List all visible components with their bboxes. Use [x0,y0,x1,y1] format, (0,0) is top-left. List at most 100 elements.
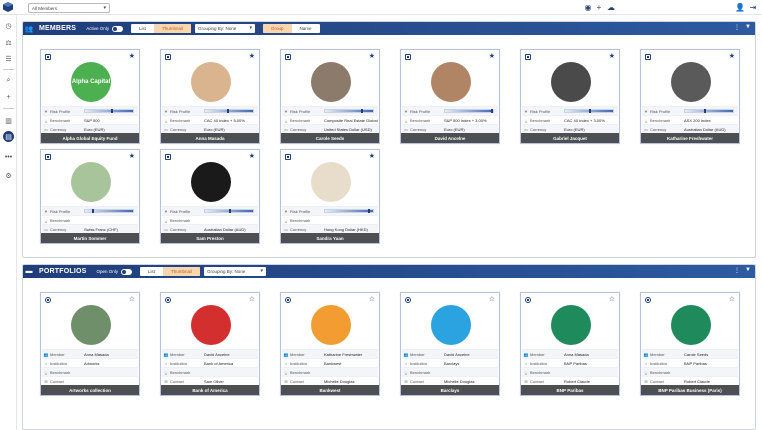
member-card[interactable]: ★ ▼ Risk Profile ⤓ Benchmark ▭ Currency Hong Ko… [280,149,380,244]
members-menu: ⋮ ▼ [734,24,751,31]
star-icon[interactable]: ★ [249,152,255,160]
logout-icon[interactable]: ⇥ [748,2,758,12]
member-card[interactable]: ★ ▼ Risk Profile ⤓ Benchmark ▭ Currency Swiss F… [40,149,140,244]
star-icon[interactable]: ★ [129,152,135,160]
star-icon[interactable]: ☆ [249,295,255,303]
list-icon[interactable]: ☰ [3,53,14,64]
portfolio-logo [551,305,591,345]
collapse-icon[interactable]: ▼ [745,24,751,31]
members-grouping-select[interactable]: Grouping By: None ▾ [194,24,255,33]
sort-group-option[interactable]: Group [262,24,292,33]
member-card[interactable]: ★ Alpha Capital ▼ Risk Profile ⤓ Benchmark S&P… [40,49,140,144]
member-card[interactable]: ★ ▼ Risk Profile ⤓ Benchmark S&P 500 Index + … [400,49,500,144]
avatar [431,62,471,102]
cloud-icon[interactable]: ☁ [606,2,616,12]
member-row: 👥 Member David Ancelne [402,349,498,358]
risk-profile-label: Risk Profile [530,108,551,114]
star-icon[interactable]: ★ [489,52,495,60]
star-icon[interactable]: ★ [729,52,735,60]
user-settings-icon[interactable]: ⚙ [3,170,14,181]
contact-value: Sam Oliver [204,378,224,384]
star-icon[interactable]: ☆ [129,295,135,303]
portfolio-card[interactable]: ☆ 👥 Member Anna Masada ⌂ Institution BNP Parib… [520,292,620,396]
active-only-toggle[interactable] [111,25,123,32]
portfolio-card[interactable]: ☆ 👥 Member David Ancelne ⌂ Institution Bank of… [160,292,260,396]
benchmark-icon: ⤓ [645,369,647,375]
view-list-option[interactable]: List [140,267,163,276]
currency-label: Currency [50,126,67,132]
risk-profile-marker [589,109,591,113]
open-only-toggle[interactable] [121,268,133,275]
star-icon[interactable]: ☆ [489,295,495,303]
gavel-icon[interactable]: ⚖ [3,37,14,48]
star-icon[interactable]: ☆ [369,295,375,303]
chart-icon[interactable]: ▥ [3,115,14,126]
view-list-option[interactable]: List [131,24,154,33]
filter-icon: ▼ [164,208,168,214]
user-icon[interactable]: 👤 [735,2,745,12]
currency-icon: ▭ [644,126,648,132]
star-icon[interactable]: ★ [369,152,375,160]
risk-profile-label: Risk Profile [650,108,671,114]
risk-profile-marker [92,209,95,213]
top-bar: All Members ▾ ◉ + ☁ 👤 ⇥ [0,0,762,15]
risk-profile-row: ▼ Risk Profile [42,206,138,215]
search-icon[interactable]: ⌕ [3,75,14,86]
more-vertical-icon[interactable]: ⋮ [734,24,740,31]
star-icon[interactable]: ★ [369,52,375,60]
star-icon[interactable]: ★ [249,52,255,60]
member-details: ▼ Risk Profile ⤓ Benchmark Composite Real Es… [282,106,378,133]
portfolio-logo [671,305,711,345]
portfolios-grouping-select[interactable]: Grouping By: None ▾ [204,267,267,276]
member-card[interactable]: ★ ▼ Risk Profile ⤓ Benchmark ASX 200 Index ▭ Cu… [640,49,740,144]
benchmark-label: Benchmark [50,369,71,375]
benchmark-icon: ⤓ [525,117,527,123]
active-only-label: Active Only [86,26,109,31]
star-icon[interactable]: ☆ [729,295,735,303]
view-thumbnail-option[interactable]: Thumbnail [153,24,191,33]
member-select[interactable]: All Members ▾ [28,3,110,13]
portfolio-card[interactable]: ☆ 👥 Member Anna Masada ⌂ Institution Artworks ⤓… [40,292,140,396]
member-card[interactable]: ★ ▼ Risk Profile ⤓ Benchmark CAC 40 Index + 3… [520,49,620,144]
currency-value: Hong Kong Dollar (HKD) [324,226,368,232]
risk-profile-bar [84,109,134,113]
currency-value: United States Dollar (USD) [324,126,372,132]
contact-row: ✉ Contact Robert Claude [522,376,618,385]
member-card[interactable]: ★ ▼ Risk Profile ⤓ Benchmark CAC 40 Index + 5… [160,49,260,144]
institution-label: Institution [650,360,668,366]
dashboard-icon[interactable]: ◷ [3,20,14,31]
add-icon[interactable]: + [594,2,604,12]
benchmark-label: Benchmark [530,117,551,123]
benchmark-row: ⤓ Benchmark [42,367,138,376]
benchmark-icon: ⤓ [45,217,47,223]
member-details: ▼ Risk Profile ⤓ Benchmark CAC 40 Index + 3.… [522,106,618,133]
more-vertical-icon[interactable]: ⋮ [734,267,740,274]
more-icon[interactable]: ••• [3,152,14,163]
risk-profile-row: ▼ Risk Profile [282,106,378,115]
member-value: Katharine Freshwater [324,351,363,357]
clipboard-icon[interactable]: ▤ [3,131,14,142]
portfolio-card[interactable]: ☆ 👥 Member Carole Seeds ⌂ Institution BNP Pari… [640,292,740,396]
avatar [551,62,591,102]
sort-name-option[interactable]: Name [292,24,320,33]
star-icon[interactable]: ★ [609,52,615,60]
portfolio-card[interactable]: ☆ 👥 Member Katharine Freshwater ⌂ Institution… [280,292,380,396]
star-icon[interactable]: ☆ [609,295,615,303]
portfolios-section: ▬ PORTFOLIOS Open Only List Thumbnail Gr… [22,264,756,430]
star-icon[interactable]: ★ [129,52,135,60]
sidebar-divider [3,69,14,70]
institution-icon: ⌂ [644,360,648,366]
currency-icon: ▭ [524,126,528,132]
avatar [191,162,231,202]
member-details: ▼ Risk Profile ⤓ Benchmark S&P 500 ▭ Currency E… [42,106,138,133]
member-card[interactable]: ★ ▼ Risk Profile ⤓ Benchmark ▭ Currency Austral… [160,149,260,244]
currency-row: ▭ Currency Euro (EUR) [162,124,258,133]
eye-icon[interactable]: ◉ [583,2,593,12]
view-thumbnail-option[interactable]: Thumbnail [163,267,201,276]
portfolio-card[interactable]: ☆ 👥 Member David Ancelne ⌂ Institution Barclay… [400,292,500,396]
benchmark-icon: ⤓ [45,369,47,375]
add-icon[interactable]: + [3,92,14,103]
institution-icon: ⌂ [404,360,408,366]
member-card[interactable]: ★ ▼ Risk Profile ⤓ Benchmark Composite Real E… [280,49,380,144]
collapse-icon[interactable]: ▼ [745,267,751,274]
